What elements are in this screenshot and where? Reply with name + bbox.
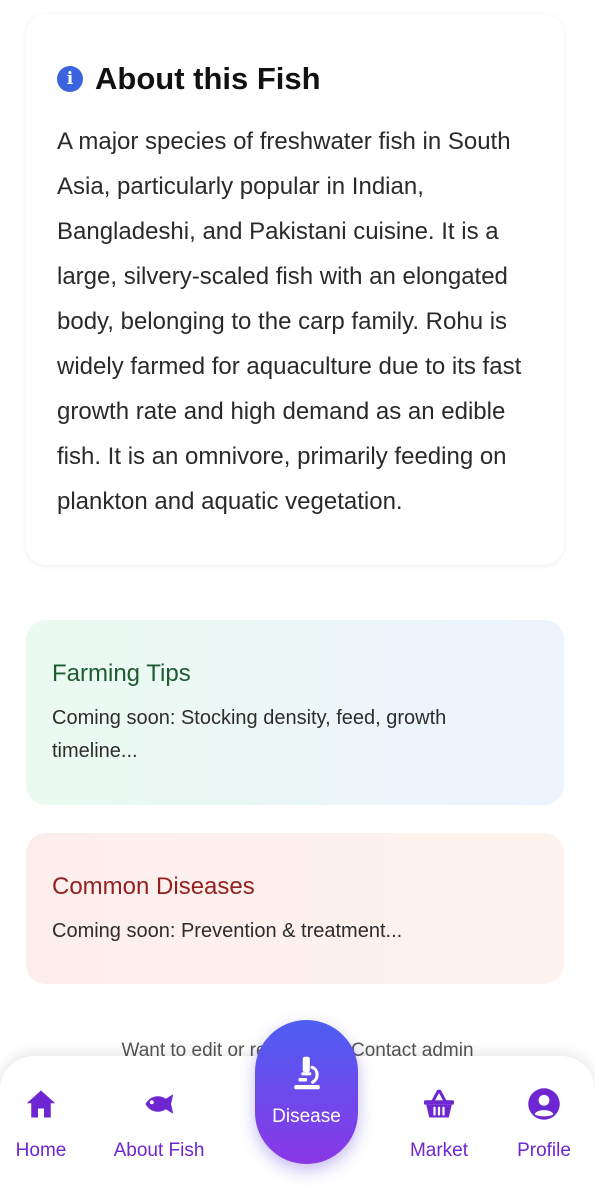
common-diseases-text: Coming soon: Prevention & treatment... xyxy=(52,920,403,942)
nav-profile[interactable]: Profile xyxy=(489,1086,595,1162)
nav-home-label: Home xyxy=(15,1140,67,1161)
home-icon xyxy=(26,1090,56,1118)
about-fish-header: i About this Fish xyxy=(57,59,533,99)
disease-fab-button[interactable]: Disease xyxy=(255,1020,358,1164)
common-diseases-card: Common Diseases Coming soon: Prevention … xyxy=(26,833,564,984)
about-fish-description: A major species of freshwater fish in So… xyxy=(57,128,522,515)
common-diseases-title: Common Diseases xyxy=(52,873,255,900)
about-fish-card: i About this Fish A major species of fre… xyxy=(26,14,564,565)
about-fish-title: About this Fish xyxy=(95,61,321,96)
basket-icon xyxy=(424,1089,454,1118)
profile-icon xyxy=(528,1088,560,1120)
info-icon: i xyxy=(57,66,83,92)
disease-fab-label: Disease xyxy=(272,1106,341,1127)
nav-home[interactable]: Home xyxy=(0,1086,96,1162)
farming-tips-title: Farming Tips xyxy=(52,660,191,687)
nav-profile-label: Profile xyxy=(517,1140,571,1161)
fish-icon xyxy=(145,1094,174,1114)
farming-tips-text: Coming soon: Stocking density, feed, gro… xyxy=(52,707,447,762)
nav-about-fish[interactable]: About Fish xyxy=(104,1086,214,1162)
nav-market-label: Market xyxy=(409,1140,469,1161)
microscope-icon xyxy=(293,1056,320,1090)
farming-tips-card: Farming Tips Coming soon: Stocking densi… xyxy=(26,620,564,805)
nav-market[interactable]: Market xyxy=(384,1086,494,1162)
nav-about-fish-label: About Fish xyxy=(113,1140,205,1161)
